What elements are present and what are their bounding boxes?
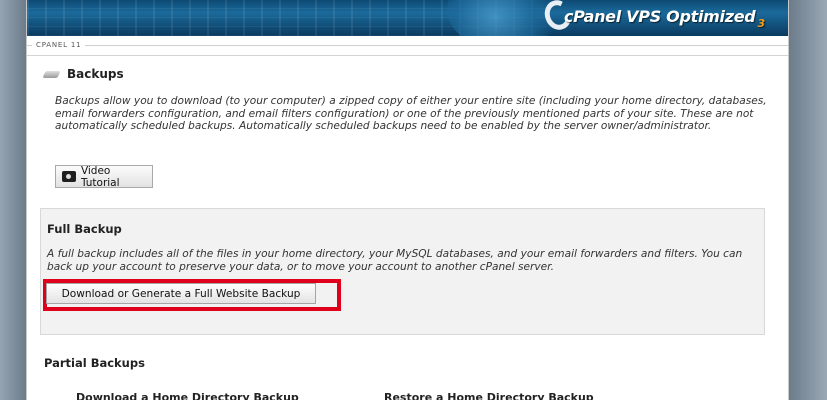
full-backup-description: A full backup includes all of the files … xyxy=(47,248,743,273)
video-tutorial-button[interactable]: Video Tutorial xyxy=(55,164,153,189)
home-directory-restore-heading: Restore a Home Directory Backup xyxy=(384,391,594,400)
partial-backups-title: Partial Backups xyxy=(44,356,145,370)
full-backup-title: Full Backup xyxy=(47,222,122,236)
backups-title-row: Backups xyxy=(43,67,124,81)
page-background-left xyxy=(0,0,26,400)
home-directory-download-heading: Download a Home Directory Backup xyxy=(76,391,299,400)
page-background-right xyxy=(789,0,827,400)
content-area: Backups Backups allow you to download (t… xyxy=(26,0,789,400)
full-backup-panel: Full Backup A full backup includes all o… xyxy=(40,208,765,335)
backup-disk-icon xyxy=(43,67,61,81)
backups-description: Backups allow you to download (to your c… xyxy=(55,95,767,133)
camera-icon xyxy=(62,171,76,182)
video-tutorial-label: Video Tutorial xyxy=(80,164,120,189)
page-title: Backups xyxy=(67,67,124,81)
full-backup-button[interactable]: Download or Generate a Full Website Back… xyxy=(46,283,316,304)
